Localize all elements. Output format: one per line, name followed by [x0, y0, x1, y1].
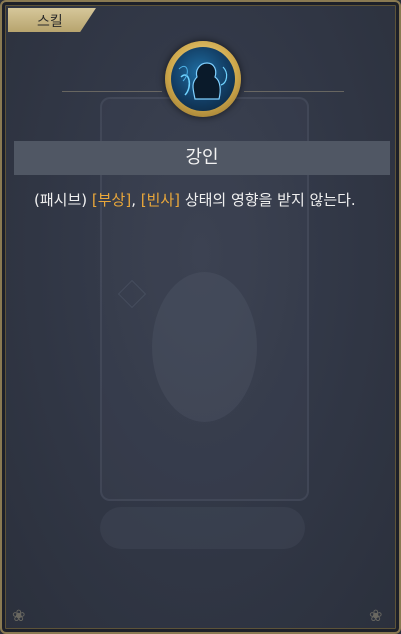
- description-text: 상태의 영향을 받지 않는다.: [180, 191, 356, 209]
- corner-ornament-left-icon: ❀: [12, 606, 26, 625]
- skill-icon-graphic: [178, 62, 228, 100]
- status-keyword-injury: [부상]: [91, 191, 132, 209]
- background-button-silhouette: [100, 507, 305, 549]
- skill-tab-label: 스킬: [37, 14, 63, 30]
- background-portrait-silhouette: [152, 272, 257, 422]
- skill-name: 강인: [185, 147, 219, 168]
- corner-ornament-right-icon: ❀: [369, 606, 383, 625]
- ornament-line-right: [244, 91, 344, 92]
- ornament-line-left: [62, 91, 162, 92]
- status-keyword-dying: [빈사]: [140, 191, 181, 209]
- strong-will-icon: [171, 47, 235, 111]
- skill-description: (패시브) [부상], [빈사] 상태의 영향을 받지 않는다.: [34, 189, 379, 212]
- skill-title-bar: 강인: [14, 141, 390, 175]
- skill-tooltip-panel: 스킬 강인 (패시브) [부상], [빈사] 상태의 영향을 받지 않는다. ❀…: [0, 0, 401, 634]
- description-text: ,: [131, 191, 141, 209]
- skill-icon-frame: [165, 41, 241, 117]
- description-text: (패시브): [34, 191, 92, 209]
- skill-tab[interactable]: 스킬: [8, 8, 96, 32]
